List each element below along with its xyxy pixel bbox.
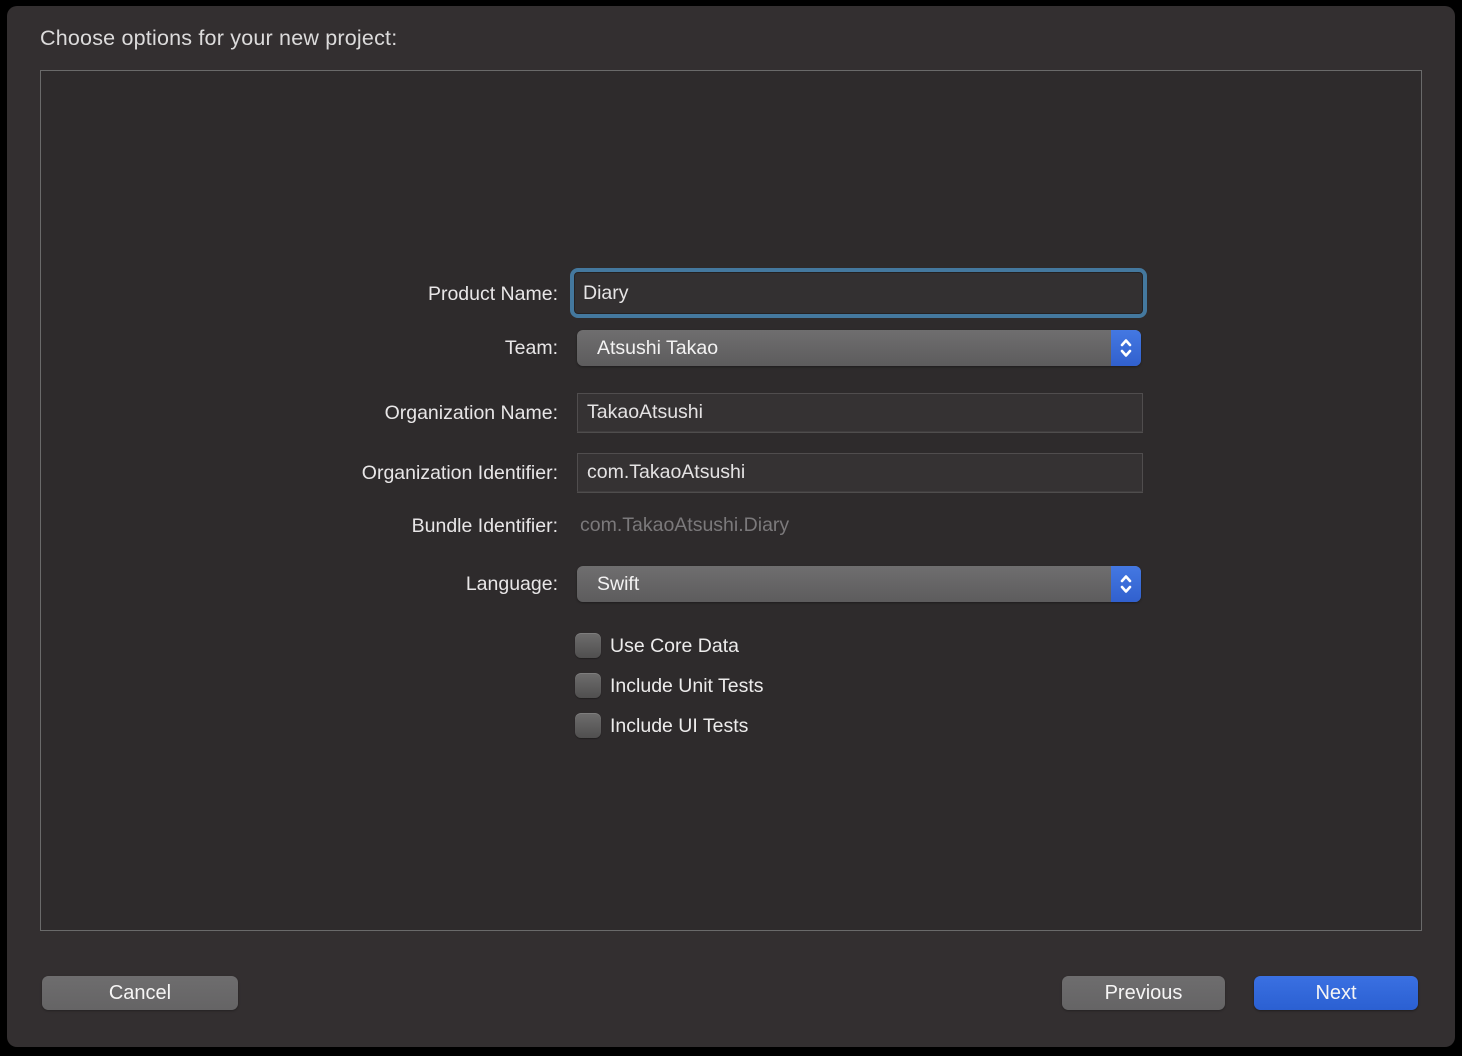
language-selected-value: Swift xyxy=(597,573,640,595)
language-label: Language: xyxy=(465,573,558,595)
up-down-chevrons-icon xyxy=(1111,330,1141,366)
use-core-data-label[interactable]: Use Core Data xyxy=(610,633,739,659)
language-popup-button[interactable]: Swift xyxy=(577,566,1141,602)
team-label: Team: xyxy=(504,337,558,359)
dialog-title: Choose options for your new project: xyxy=(40,26,398,50)
cancel-button[interactable]: Cancel xyxy=(42,976,238,1010)
team-popup-button[interactable]: Atsushi Takao xyxy=(577,330,1141,366)
include-ui-tests-label[interactable]: Include UI Tests xyxy=(610,713,748,739)
bundle-identifier-value: com.TakaoAtsushi.Diary xyxy=(580,514,790,536)
organization-name-label: Organization Name: xyxy=(384,402,558,424)
include-ui-tests-checkbox[interactable] xyxy=(575,713,601,738)
next-button[interactable]: Next xyxy=(1254,976,1418,1010)
product-name-input[interactable] xyxy=(575,273,1150,313)
organization-identifier-label: Organization Identifier: xyxy=(361,462,558,484)
use-core-data-checkbox[interactable] xyxy=(575,633,601,658)
new-project-options-dialog: Choose options for your new project: Pro… xyxy=(0,0,1462,1056)
include-unit-tests-label[interactable]: Include Unit Tests xyxy=(610,673,764,699)
up-down-chevrons-icon xyxy=(1111,566,1141,602)
organization-identifier-input[interactable] xyxy=(577,453,1143,492)
product-name-field-focus-ring xyxy=(570,268,1150,318)
options-panel xyxy=(40,70,1422,931)
bundle-identifier-label: Bundle Identifier: xyxy=(411,515,558,537)
product-name-label: Product Name: xyxy=(427,283,558,305)
previous-button[interactable]: Previous xyxy=(1062,976,1225,1010)
include-unit-tests-checkbox[interactable] xyxy=(575,673,601,698)
team-selected-value: Atsushi Takao xyxy=(597,337,719,359)
organization-name-input[interactable] xyxy=(577,393,1143,432)
